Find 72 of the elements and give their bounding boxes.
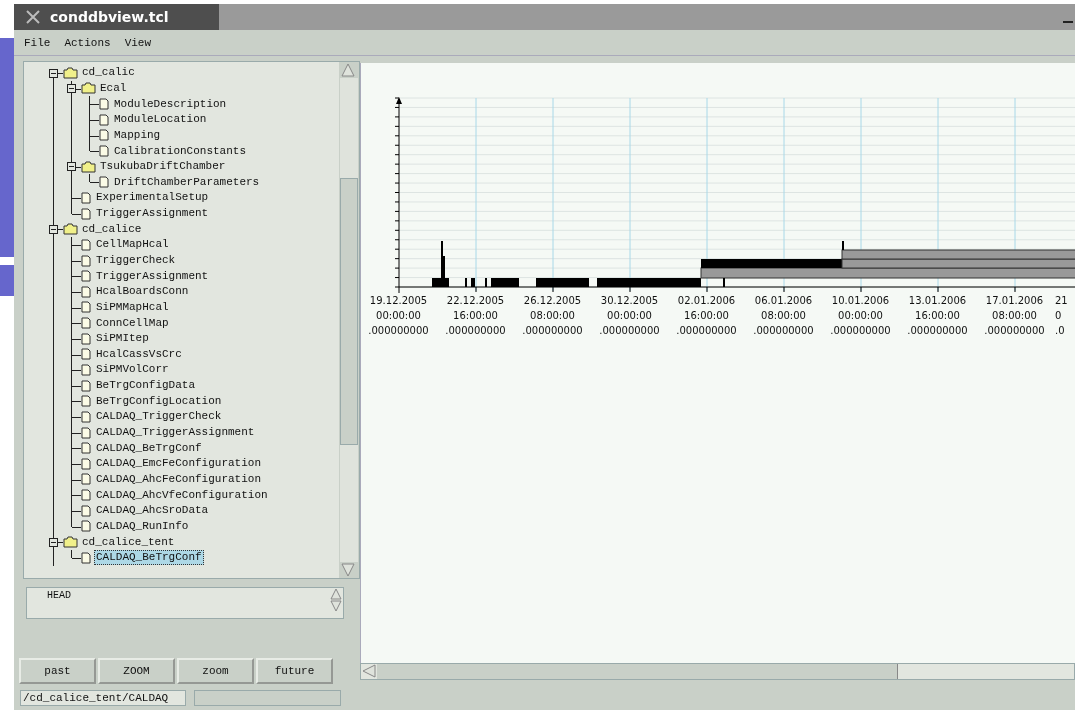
tree-item[interactable]: ConnCellMap — [94, 315, 171, 331]
axis-fraction-label: .0 — [1055, 325, 1065, 336]
tree-item[interactable]: ExperimentalSetup — [94, 190, 211, 206]
nav-button[interactable]: future — [256, 658, 333, 684]
tree-item[interactable]: CALDAQ_AhcVfeConfiguration — [94, 487, 270, 503]
tree-item[interactable]: CALDAQ_AhcSroData — [94, 503, 211, 519]
axis-fraction-label: .000000000 — [830, 325, 891, 336]
tree-item[interactable]: CALDAQ_EmcFeConfiguration — [94, 456, 264, 472]
tree-item[interactable]: TriggerAssignment — [94, 268, 211, 284]
list-item[interactable]: HEAD — [47, 590, 71, 601]
axis-date-label: 06.01.2006 — [754, 295, 813, 306]
tree-item[interactable]: cd_calice — [80, 221, 144, 237]
tree-item[interactable]: cd_calic — [80, 65, 137, 81]
nav-button[interactable]: zoom — [177, 658, 254, 684]
tree-item[interactable]: CALDAQ_AhcFeConfiguration — [94, 471, 264, 487]
axis-time-label: 00:00:00 — [607, 310, 652, 321]
axis-fraction-label: .000000000 — [599, 325, 660, 336]
axis-fraction-label: .000000000 — [984, 325, 1045, 336]
axis-fraction-label: .000000000 — [676, 325, 737, 336]
tree-item[interactable]: BeTrgConfigData — [94, 378, 198, 394]
tree-item[interactable]: cd_calice_tent — [80, 534, 177, 550]
axis-date-label: 17.01.2006 — [985, 295, 1044, 306]
tree-item[interactable]: DriftChamberParameters — [112, 174, 262, 190]
tree-item[interactable]: HcalCassVsCrc — [94, 346, 184, 362]
nav-button[interactable]: past — [19, 658, 96, 684]
axis-date-label: 30.12.2005 — [600, 295, 659, 306]
tree-item[interactable]: CALDAQ_RunInfo — [94, 518, 191, 534]
menu-item[interactable]: View — [124, 36, 152, 49]
axis-time-label: 08:00:00 — [530, 310, 575, 321]
tree-item[interactable]: CALDAQ_TriggerCheck — [94, 409, 224, 425]
axis-time-label: 16:00:00 — [915, 310, 960, 321]
axis-date-label: 21 — [1055, 295, 1068, 306]
axis-fraction-label: .000000000 — [368, 325, 429, 336]
axis-time-label: 16:00:00 — [453, 310, 498, 321]
tree-item[interactable]: TsukubaDriftChamber — [98, 159, 228, 175]
tree-item[interactable]: SiPMVolCorr — [94, 362, 171, 378]
tree-item[interactable]: TriggerAssignment — [94, 206, 211, 222]
tree-item[interactable]: BeTrgConfigLocation — [94, 393, 224, 409]
menu-item[interactable]: Actions — [64, 36, 111, 49]
axis-time-label: 08:00:00 — [992, 310, 1037, 321]
tree-item[interactable]: Mapping — [112, 127, 163, 143]
tree-item[interactable]: ModuleLocation — [112, 112, 209, 128]
axis-fraction-label: .000000000 — [445, 325, 506, 336]
axis-time-label: 16:00:00 — [684, 310, 729, 321]
tree-item[interactable]: ModuleDescription — [112, 96, 229, 112]
axis-date-label: 26.12.2005 — [523, 295, 582, 306]
tree-item[interactable]: HcalBoardsConn — [94, 284, 191, 300]
axis-date-label: 10.01.2006 — [831, 295, 890, 306]
tree-item[interactable]: CalibrationConstants — [112, 143, 249, 159]
menu-item[interactable]: File — [24, 36, 51, 49]
axis-fraction-label: .000000000 — [907, 325, 968, 336]
axis-date-label: 19.12.2005 — [369, 295, 428, 306]
tree-item[interactable]: CALDAQ_BeTrgConf — [94, 550, 204, 566]
tree-item[interactable]: CALDAQ_TriggerAssignment — [94, 425, 257, 441]
axis-fraction-label: .000000000 — [522, 325, 583, 336]
tree-item[interactable]: SiPMMapHcal — [94, 299, 171, 315]
tree-item[interactable]: CALDAQ_BeTrgConf — [94, 440, 204, 456]
status-path: /cd_calice_tent/CALDAQ — [20, 690, 186, 706]
axis-date-label: 22.12.2005 — [446, 295, 505, 306]
tree-item[interactable]: Ecal — [98, 80, 129, 96]
tree-item[interactable]: TriggerCheck — [94, 253, 178, 268]
axis-fraction-label: .000000000 — [753, 325, 814, 336]
window-title: conddbview.tcl — [50, 9, 169, 25]
nav-button[interactable]: ZOOM — [98, 658, 175, 684]
axis-date-label: 02.01.2006 — [677, 295, 736, 306]
tree-item[interactable]: SiPMItep — [94, 331, 151, 347]
axis-time-label: 00:00:00 — [838, 310, 883, 321]
axis-time-label: 0 — [1055, 310, 1062, 321]
axis-date-label: 13.01.2006 — [908, 295, 967, 306]
axis-time-label: 08:00:00 — [761, 310, 806, 321]
axis-time-label: 00:00:00 — [376, 310, 421, 321]
tree-item[interactable]: CellMapHcal — [94, 237, 171, 253]
